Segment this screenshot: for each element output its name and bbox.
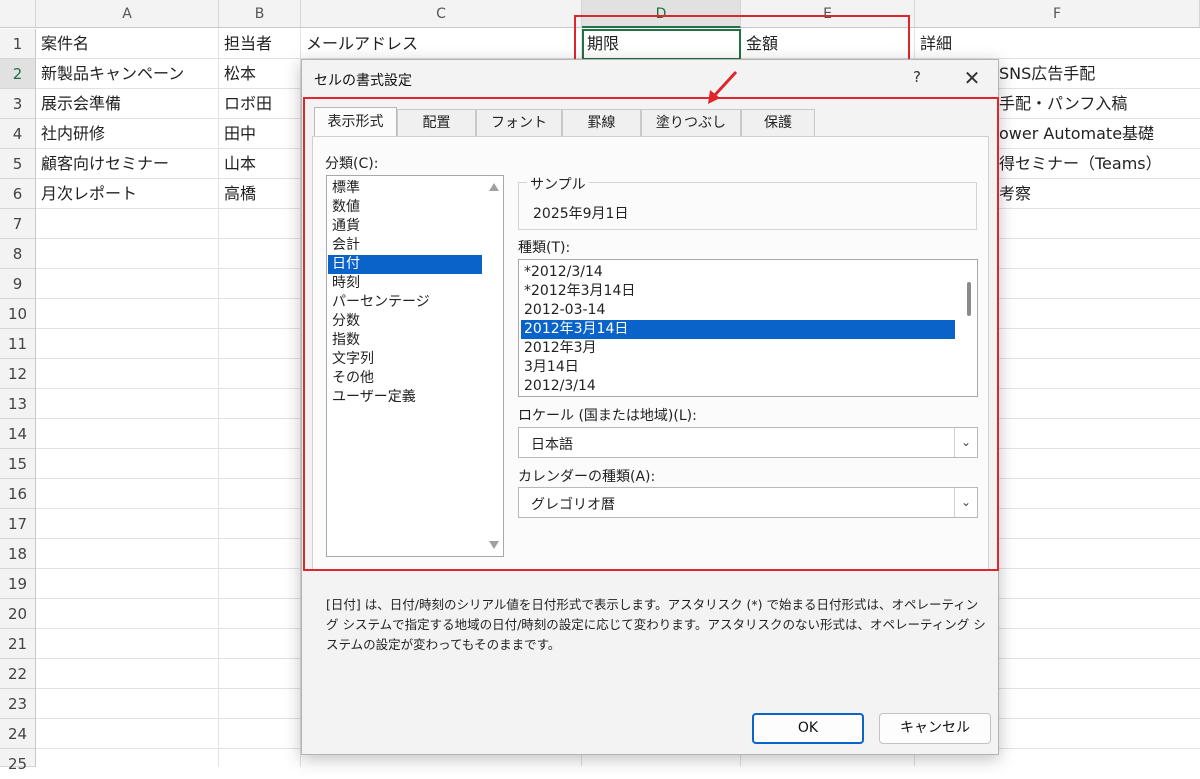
row-header-4[interactable]: 4	[0, 119, 36, 149]
cell-b4[interactable]: 田中	[220, 119, 300, 149]
row-header-23[interactable]: 23	[0, 689, 36, 719]
cell-f6[interactable]: 考察	[995, 179, 1199, 209]
column-header-a[interactable]: A	[36, 0, 219, 28]
cell-b5[interactable]: 山本	[220, 149, 300, 179]
column-header-f[interactable]: F	[915, 0, 1200, 28]
row-header-11[interactable]: 11	[0, 329, 36, 359]
row-header-2[interactable]: 2	[0, 59, 36, 89]
cell-a4[interactable]: 社内研修	[37, 119, 218, 149]
row-header-5[interactable]: 5	[0, 149, 36, 179]
cell-a1[interactable]: 案件名	[37, 29, 218, 59]
row-header-20[interactable]: 20	[0, 599, 36, 629]
ok-button[interactable]: OK	[752, 713, 864, 744]
cell-f1[interactable]: 詳細	[916, 29, 1199, 59]
column-header-c[interactable]: C	[301, 0, 582, 28]
row-header-16[interactable]: 16	[0, 479, 36, 509]
row-header-22[interactable]: 22	[0, 659, 36, 689]
row-header-8[interactable]: 8	[0, 239, 36, 269]
highlight-box-dialog	[303, 97, 999, 571]
cell-b1[interactable]: 担当者	[220, 29, 300, 59]
row-header-14[interactable]: 14	[0, 419, 36, 449]
column-header-b[interactable]: B	[219, 0, 301, 28]
cell-b3[interactable]: ロボ田	[220, 89, 300, 119]
row-header-10[interactable]: 10	[0, 299, 36, 329]
row-header-25[interactable]: 25	[0, 749, 36, 773]
cell-a6[interactable]: 月次レポート	[37, 179, 218, 209]
row-header-17[interactable]: 17	[0, 509, 36, 539]
row-header-18[interactable]: 18	[0, 539, 36, 569]
row-header-3[interactable]: 3	[0, 89, 36, 119]
cell-b2[interactable]: 松本	[220, 59, 300, 89]
cell-f4[interactable]: ower Automate基礎	[995, 119, 1199, 149]
row-header-15[interactable]: 15	[0, 449, 36, 479]
cell-a2[interactable]: 新製品キャンペーン	[37, 59, 218, 89]
gridline	[218, 28, 219, 767]
cell-f5[interactable]: 得セミナー（Teams）	[995, 149, 1199, 179]
row-header-6[interactable]: 6	[0, 179, 36, 209]
cell-f3[interactable]: 手配・パンフ入稿	[995, 89, 1199, 119]
row-header-9[interactable]: 9	[0, 269, 36, 299]
row-header-24[interactable]: 24	[0, 719, 36, 749]
row-header-12[interactable]: 12	[0, 359, 36, 389]
cell-c1[interactable]: メールアドレス	[302, 29, 581, 59]
help-button[interactable]: ?	[907, 68, 927, 88]
cell-a3[interactable]: 展示会準備	[37, 89, 218, 119]
row-header-7[interactable]: 7	[0, 209, 36, 239]
dialog-title: セルの書式設定	[314, 73, 412, 89]
row-header-21[interactable]: 21	[0, 629, 36, 659]
cell-a5[interactable]: 顧客向けセミナー	[37, 149, 218, 179]
cancel-button[interactable]: キャンセル	[879, 713, 991, 744]
close-icon[interactable]: ✕	[960, 66, 984, 90]
select-all-corner[interactable]	[0, 0, 36, 28]
row-header-13[interactable]: 13	[0, 389, 36, 419]
cell-f2[interactable]: SNS広告手配	[995, 59, 1199, 89]
row-header-19[interactable]: 19	[0, 569, 36, 599]
format-description: [日付] は、日付/時刻のシリアル値を日付形式で表示します。アスタリスク (*)…	[326, 597, 986, 652]
annotation-arrow-icon	[708, 70, 738, 104]
row-header-1[interactable]: 1	[0, 29, 36, 59]
cell-b6[interactable]: 高橋	[220, 179, 300, 209]
